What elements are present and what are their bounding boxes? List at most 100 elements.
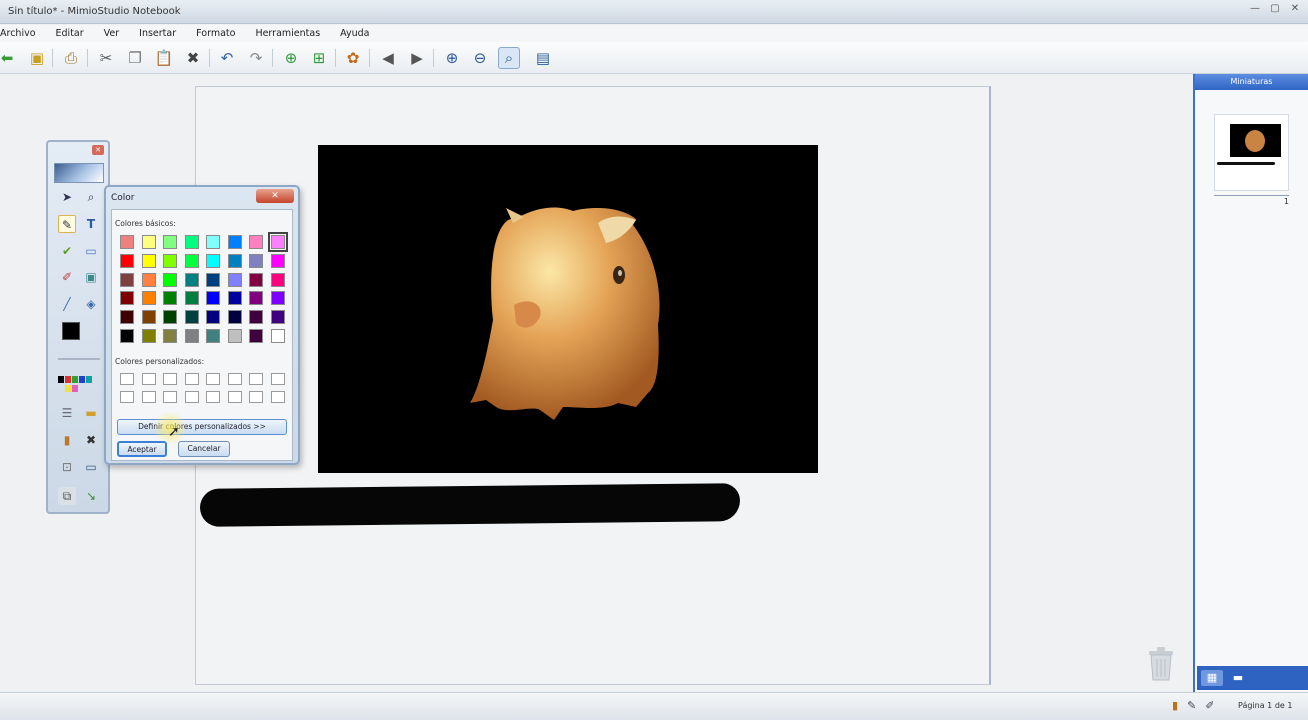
basic-color-swatch[interactable] [249, 310, 263, 325]
ok-button[interactable]: Aceptar [117, 441, 167, 457]
palette-close-icon[interactable]: ✕ [92, 145, 104, 155]
basic-color-swatch[interactable] [249, 272, 263, 287]
custom-color-slot[interactable] [120, 373, 134, 385]
custom-color-slot[interactable] [270, 391, 285, 403]
menu-ayuda[interactable]: Ayuda [340, 25, 369, 42]
custom-color-slot[interactable] [206, 391, 220, 403]
zoom-in-icon[interactable]: ⊕ [441, 47, 463, 69]
basic-color-swatch[interactable] [249, 328, 263, 343]
menu-ver[interactable]: Ver [104, 25, 120, 42]
basic-color-swatch[interactable] [227, 310, 242, 325]
color-swatch-pink[interactable] [72, 385, 78, 392]
menu-editar[interactable]: Editar [56, 25, 84, 42]
basic-color-swatch[interactable] [249, 235, 263, 249]
basic-color-swatch[interactable] [270, 253, 285, 268]
black-pen-stroke[interactable] [199, 483, 741, 527]
basic-color-swatch[interactable] [206, 328, 220, 343]
basic-color-swatch[interactable] [270, 272, 285, 287]
basic-color-swatch[interactable] [120, 235, 134, 249]
basic-color-swatch[interactable] [120, 291, 134, 306]
basic-color-swatch[interactable] [206, 235, 220, 249]
arrange-tool-icon[interactable]: ↘ [82, 487, 100, 505]
custom-color-slot[interactable] [184, 373, 199, 385]
color-swatch-red[interactable] [65, 376, 71, 383]
dumbo-octopus-image[interactable] [318, 145, 818, 473]
custom-color-slot[interactable] [249, 373, 263, 385]
highlighter-status-icon[interactable]: ✐ [1205, 699, 1214, 712]
basic-color-swatch[interactable] [249, 291, 263, 306]
color-swatch-teal[interactable] [86, 376, 92, 383]
screen-icon[interactable]: ▤ [532, 47, 554, 69]
basic-color-swatch[interactable] [227, 291, 242, 306]
highlighter-tool-icon[interactable]: ✔ [58, 242, 76, 260]
basic-color-swatch[interactable] [206, 253, 220, 268]
basic-color-swatch[interactable] [120, 272, 134, 287]
basic-color-swatch[interactable] [163, 310, 177, 325]
zoom-fit-icon[interactable]: ⌕ [498, 47, 520, 69]
maximize-button[interactable]: ▢ [1268, 3, 1282, 14]
basic-color-swatch[interactable] [163, 272, 177, 287]
basic-color-swatch[interactable] [184, 235, 199, 249]
lock-tool-icon[interactable]: ⊡ [58, 458, 76, 476]
tool-status-icon[interactable]: ▮ [1172, 699, 1178, 712]
close-window-button[interactable]: ✕ [1288, 3, 1302, 14]
custom-color-slot[interactable] [141, 373, 156, 385]
undo-icon[interactable]: ↶ [216, 47, 238, 69]
basic-color-swatch[interactable] [184, 291, 199, 306]
custom-color-slot[interactable] [249, 391, 263, 403]
line-tool-icon[interactable]: ╱ [58, 295, 76, 313]
basic-color-swatch[interactable] [141, 291, 156, 306]
basic-color-swatch[interactable] [141, 328, 156, 343]
previous-page-icon[interactable]: ◀ [377, 47, 399, 69]
basic-color-swatch[interactable] [227, 328, 242, 343]
reveal-tool-icon[interactable]: ▮ [58, 431, 76, 449]
current-color-swatch[interactable] [62, 322, 80, 340]
fill-tool-icon[interactable]: ◈ [82, 295, 100, 313]
folder-tool-icon[interactable]: ▬ [82, 404, 100, 422]
gallery-tab-icon[interactable]: ▬ [1227, 670, 1249, 686]
basic-color-swatch[interactable] [270, 291, 285, 306]
basic-color-swatch[interactable] [270, 310, 285, 325]
thickness-slider[interactable] [58, 358, 100, 360]
lines-tool-icon[interactable]: ☰ [58, 404, 76, 422]
zoom-out-icon[interactable]: ⊖ [469, 47, 491, 69]
minimize-button[interactable]: — [1248, 3, 1262, 14]
new-page-plus-icon[interactable]: ⊞ [308, 47, 330, 69]
custom-color-slot[interactable] [163, 373, 177, 385]
text-tool-icon[interactable]: T [82, 215, 100, 233]
pen-tool-icon[interactable]: ✎ [58, 215, 76, 233]
save-icon[interactable]: ▣ [26, 47, 48, 69]
menu-archivo[interactable]: Archivo [0, 25, 36, 42]
redo-icon[interactable]: ↷ [245, 47, 267, 69]
basic-color-swatch[interactable] [206, 291, 220, 306]
color-swatch-blue[interactable] [79, 376, 85, 383]
custom-color-slot[interactable] [227, 391, 242, 403]
basic-color-swatch[interactable] [141, 253, 156, 268]
print-icon[interactable]: ⎙ [60, 47, 82, 69]
copy-icon[interactable]: ❐ [124, 47, 146, 69]
page-thumbnail[interactable] [1214, 114, 1289, 191]
basic-color-swatch[interactable] [270, 328, 285, 343]
shape-tool-icon[interactable]: ▭ [82, 242, 100, 260]
custom-color-slot[interactable] [141, 391, 156, 403]
basic-color-swatch[interactable] [120, 253, 134, 268]
basic-color-swatch[interactable] [141, 235, 156, 249]
pen-status-icon[interactable]: ✎ [1187, 699, 1196, 712]
basic-color-swatch[interactable] [163, 235, 177, 249]
new-page-icon[interactable]: ⊕ [280, 47, 302, 69]
color-dialog-close-button[interactable]: ✕ [256, 189, 294, 203]
eraser-tool-icon[interactable]: ✐ [58, 268, 76, 286]
menu-herramientas[interactable]: Herramientas [255, 25, 320, 42]
color-swatch-green[interactable] [72, 376, 78, 383]
zoom-tool-icon[interactable]: ⌕ [82, 188, 100, 206]
select-tool-icon[interactable]: ➤ [58, 188, 76, 206]
cut-icon[interactable]: ✂ [95, 47, 117, 69]
custom-color-slot[interactable] [184, 391, 199, 403]
cancel-button[interactable]: Cancelar [178, 441, 230, 457]
color-swatch-black[interactable] [58, 376, 64, 383]
basic-color-swatch[interactable] [267, 232, 288, 252]
thumbnails-tab-icon[interactable]: ▦ [1201, 670, 1223, 686]
basic-color-swatch[interactable] [163, 328, 177, 343]
menu-insertar[interactable]: Insertar [139, 25, 176, 42]
custom-color-slot[interactable] [163, 391, 177, 403]
